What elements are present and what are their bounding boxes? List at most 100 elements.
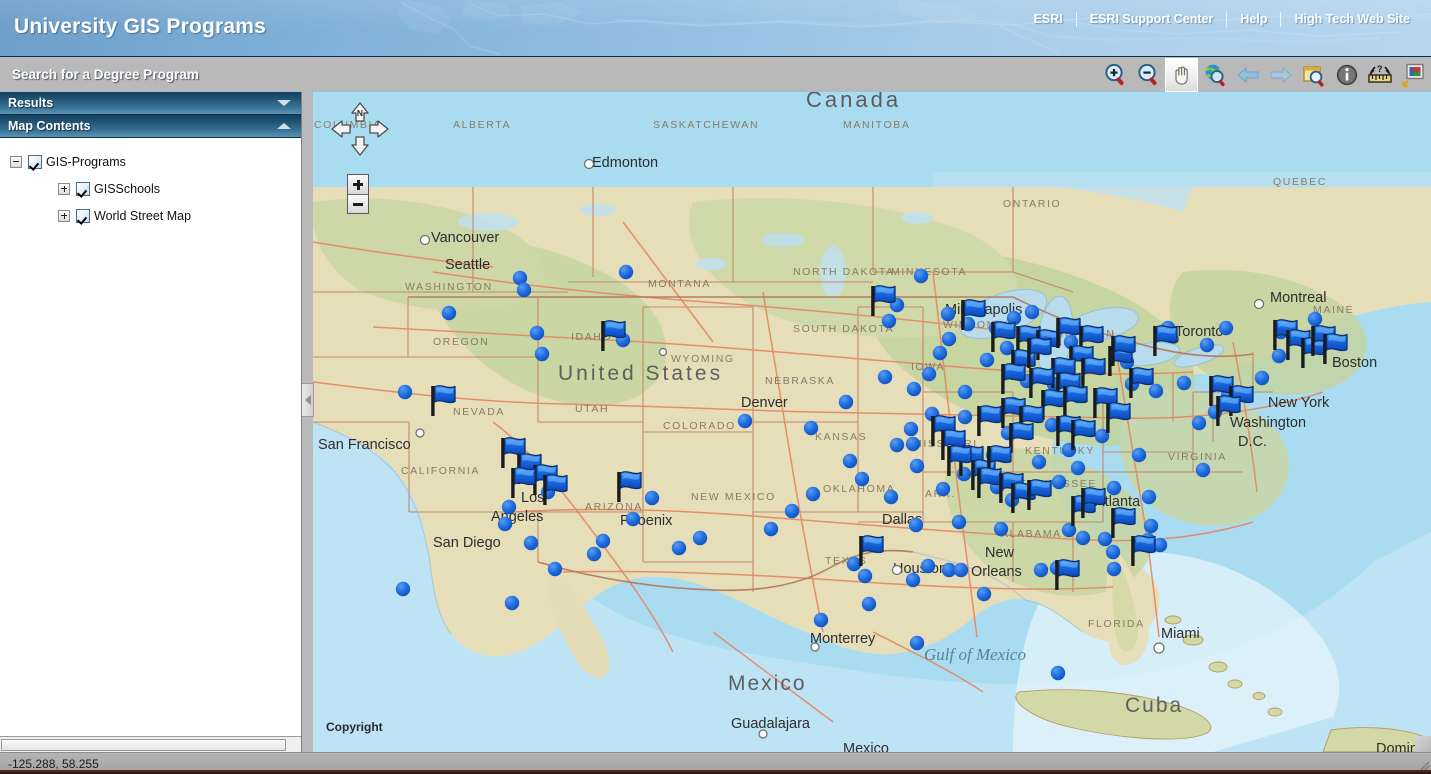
gis-school-marker-dot[interactable]: [813, 612, 829, 628]
gis-school-marker-dot[interactable]: [395, 581, 411, 597]
layer-row-world-street-map[interactable]: World Street Map: [10, 202, 301, 229]
chevron-up-icon[interactable]: [277, 123, 291, 129]
pan-hand-icon[interactable]: [1165, 58, 1198, 92]
gis-school-marker-dot[interactable]: [889, 437, 905, 453]
identify-info-icon[interactable]: [1330, 58, 1363, 92]
measure-ruler-icon[interactable]: ?: [1363, 58, 1396, 92]
gis-school-marker-dot[interactable]: [941, 331, 957, 347]
gis-school-marker-dot[interactable]: [935, 481, 951, 497]
gis-school-marker-dot[interactable]: [1033, 562, 1049, 578]
gis-school-marker-dot[interactable]: [1307, 311, 1323, 327]
gis-school-marker-dot[interactable]: [692, 530, 708, 546]
gis-school-marker-dot[interactable]: [1075, 530, 1091, 546]
gis-school-marker-dot[interactable]: [883, 489, 899, 505]
gis-school-marker-dot[interactable]: [523, 535, 539, 551]
gis-school-marker-dot[interactable]: [1176, 375, 1192, 391]
gis-school-marker-dot[interactable]: [671, 540, 687, 556]
layer-checkbox[interactable]: [28, 154, 42, 169]
gis-school-marker-dot[interactable]: [547, 561, 563, 577]
gis-school-marker-dot[interactable]: [913, 268, 929, 284]
gis-school-marker-dot[interactable]: [516, 282, 532, 298]
gis-school-marker-dot[interactable]: [1195, 462, 1211, 478]
nav-esri-support-center[interactable]: ESRI Support Center: [1077, 12, 1227, 26]
gis-school-marker-dot[interactable]: [1143, 518, 1159, 534]
gis-school-marker-dot[interactable]: [940, 306, 956, 322]
expander-plus-icon[interactable]: [58, 182, 70, 195]
panel-horizontal-scrollbar[interactable]: [0, 736, 301, 752]
next-extent-arrow-icon[interactable]: [1264, 58, 1297, 92]
gis-school-marker-dot[interactable]: [1051, 474, 1067, 490]
layer-row-gis-programs[interactable]: GIS-Programs: [10, 148, 301, 175]
gis-school-marker-dot[interactable]: [881, 313, 897, 329]
zoom-in-icon[interactable]: [1099, 58, 1132, 92]
gis-school-marker-dot[interactable]: [846, 556, 862, 572]
layer-row-gisschools[interactable]: GISSchools: [10, 175, 301, 202]
gis-school-marker-dot[interactable]: [906, 381, 922, 397]
gis-school-marker-dot[interactable]: [618, 264, 634, 280]
nav-help[interactable]: Help: [1227, 12, 1280, 26]
gis-school-marker-dot[interactable]: [595, 533, 611, 549]
gis-school-marker-dot[interactable]: [908, 517, 924, 533]
search-for-degree-program-label[interactable]: Search for a Degree Program: [12, 67, 199, 82]
gis-school-marker-dot[interactable]: [1050, 665, 1066, 681]
gis-school-marker-dot[interactable]: [504, 595, 520, 611]
gis-school-marker-dot[interactable]: [1097, 531, 1113, 547]
gis-school-marker-dot[interactable]: [979, 352, 995, 368]
gis-school-marker-dot[interactable]: [1024, 304, 1040, 320]
gis-school-marker-dot[interactable]: [976, 586, 992, 602]
map-zoom-in-button[interactable]: [348, 175, 368, 194]
chevron-down-icon[interactable]: [277, 100, 291, 106]
gis-school-marker-dot[interactable]: [932, 345, 948, 361]
gis-school-marker-dot[interactable]: [1106, 561, 1122, 577]
gis-school-marker-dot[interactable]: [842, 453, 858, 469]
gis-school-marker-dot[interactable]: [857, 568, 873, 584]
gis-school-marker-dot[interactable]: [957, 384, 973, 400]
panel-collapse-handle[interactable]: [302, 383, 314, 417]
gis-school-marker-dot[interactable]: [909, 458, 925, 474]
gis-school-marker-dot[interactable]: [905, 436, 921, 452]
gis-school-marker-dot[interactable]: [993, 521, 1009, 537]
zoom-to-selection-icon[interactable]: [1297, 58, 1330, 92]
zoom-out-icon[interactable]: [1132, 58, 1165, 92]
gis-school-marker-dot[interactable]: [441, 305, 457, 321]
gis-school-marker-dot[interactable]: [497, 516, 513, 532]
gis-school-marker-dot[interactable]: [877, 369, 893, 385]
previous-extent-arrow-icon[interactable]: [1231, 58, 1264, 92]
gis-school-marker-dot[interactable]: [397, 384, 413, 400]
gis-school-marker-dot[interactable]: [953, 562, 969, 578]
map-contents-panel-header[interactable]: Map Contents: [0, 115, 301, 138]
gis-school-marker-dot[interactable]: [951, 514, 967, 530]
gis-school-marker-dot[interactable]: [905, 572, 921, 588]
scrollbar-thumb[interactable]: [1, 739, 286, 751]
gis-school-marker-dot[interactable]: [861, 596, 877, 612]
gis-school-marker-dot[interactable]: [1141, 489, 1157, 505]
map-zoom-out-button[interactable]: [348, 194, 368, 213]
gis-school-marker-dot[interactable]: [625, 511, 641, 527]
gis-school-marker-dot[interactable]: [838, 394, 854, 410]
gis-school-marker-dot[interactable]: [903, 421, 919, 437]
layer-checkbox[interactable]: [76, 208, 90, 223]
gis-school-marker-dot[interactable]: [737, 413, 753, 429]
gis-school-marker-dot[interactable]: [1199, 337, 1215, 353]
gis-school-marker-dot[interactable]: [956, 466, 972, 482]
nav-high-tech-web-site[interactable]: High Tech Web Site: [1281, 12, 1423, 26]
gis-school-marker-dot[interactable]: [586, 546, 602, 562]
map-canvas[interactable]: Canada United States Mexico Cuba COLUMBI…: [313, 92, 1431, 752]
layer-checkbox[interactable]: [76, 181, 90, 196]
expander-minus-icon[interactable]: [10, 155, 22, 168]
gis-school-marker-dot[interactable]: [534, 346, 550, 362]
expander-plus-icon[interactable]: [58, 209, 70, 222]
gis-school-marker-dot[interactable]: [1148, 383, 1164, 399]
zoom-full-extent-icon[interactable]: [1198, 58, 1231, 92]
gis-school-marker-dot[interactable]: [803, 420, 819, 436]
nav-esri[interactable]: ESRI: [1021, 12, 1076, 26]
gis-school-marker-dot[interactable]: [1106, 480, 1122, 496]
gis-school-marker-dot[interactable]: [957, 409, 973, 425]
gis-school-marker-dot[interactable]: [1191, 415, 1207, 431]
gis-school-marker-dot[interactable]: [1254, 370, 1270, 386]
gis-school-marker-dot[interactable]: [529, 325, 545, 341]
map-copyright-label[interactable]: Copyright: [326, 720, 383, 734]
gis-school-marker-dot[interactable]: [1131, 447, 1147, 463]
gis-school-marker-dot[interactable]: [501, 499, 517, 515]
gis-school-marker-dot[interactable]: [1218, 320, 1234, 336]
